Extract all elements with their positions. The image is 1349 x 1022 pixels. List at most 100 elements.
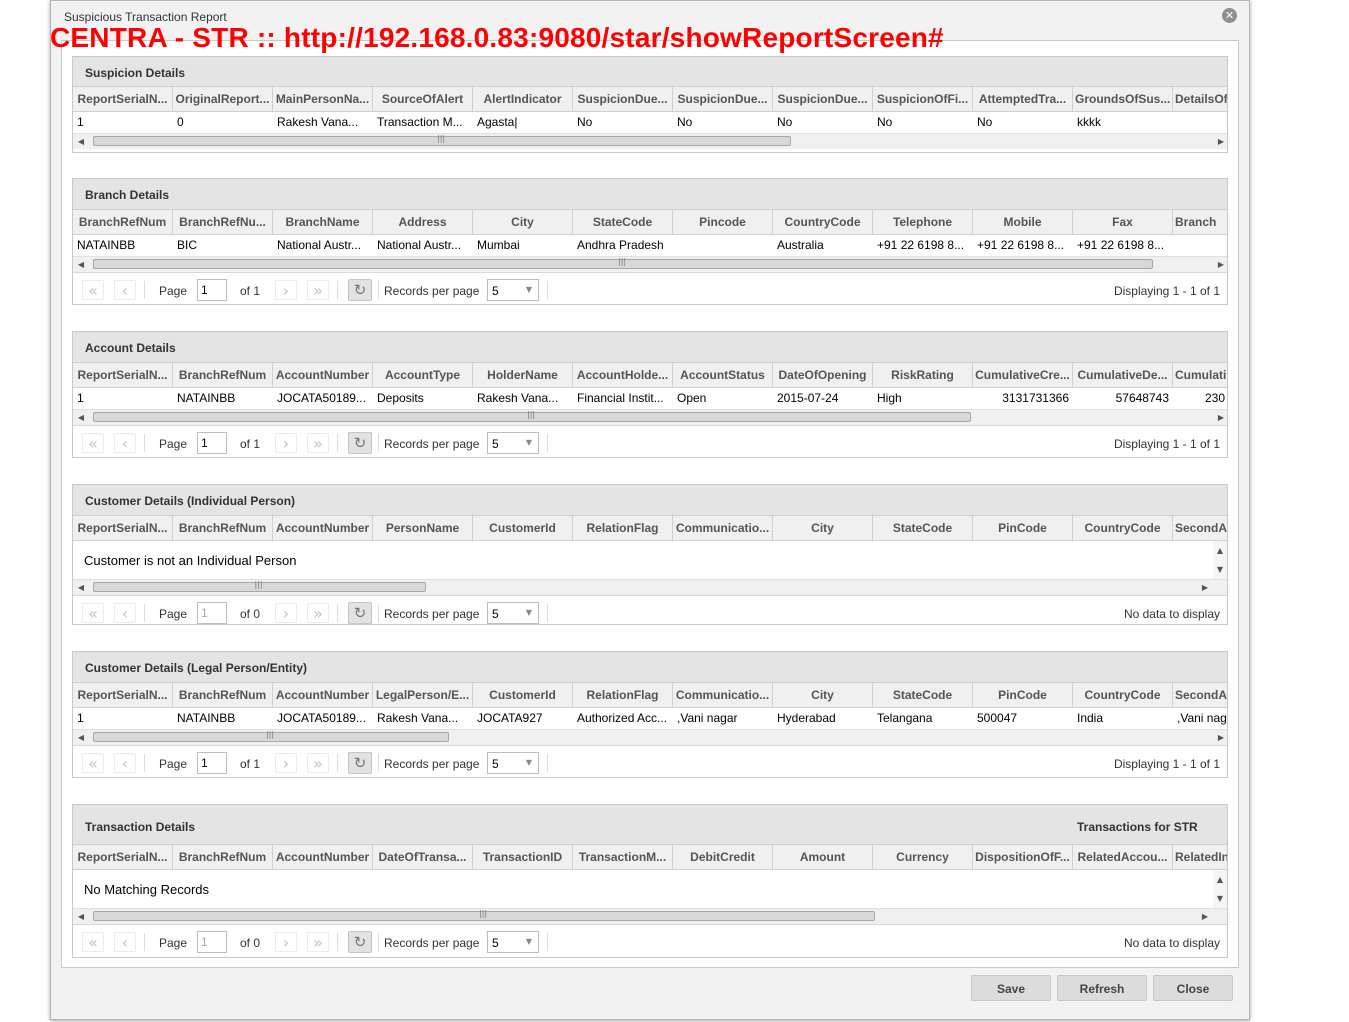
records-per-page-select[interactable]: 5 ▼: [487, 931, 539, 953]
scroll-left-icon[interactable]: ◀: [75, 730, 87, 745]
records-per-page-select[interactable]: 5 ▼: [487, 432, 539, 454]
next-page-icon[interactable]: ›: [275, 280, 297, 300]
scrollbar-thumb[interactable]: |||: [93, 909, 875, 921]
column-header[interactable]: Communicatio...: [673, 683, 773, 707]
column-header[interactable]: CumulativeDe...: [1073, 363, 1173, 387]
page-number-input[interactable]: [197, 931, 227, 953]
scroll-right-icon[interactable]: ▶: [1199, 909, 1211, 924]
last-page-icon[interactable]: »: [307, 280, 329, 300]
column-header[interactable]: BranchRefNum: [173, 516, 273, 540]
column-header[interactable]: SuspicionDue...: [773, 87, 873, 111]
column-header[interactable]: AccountNumber: [273, 845, 373, 869]
column-header[interactable]: RelationFlag: [573, 516, 673, 540]
previous-page-icon[interactable]: ‹: [114, 753, 136, 773]
close-button[interactable]: Close: [1153, 975, 1233, 1001]
first-page-icon[interactable]: «: [82, 603, 104, 623]
scroll-left-icon[interactable]: ◀: [75, 134, 87, 149]
column-header[interactable]: SecondA: [1173, 683, 1227, 707]
column-header[interactable]: BranchRefNum: [173, 363, 273, 387]
column-header[interactable]: AccountStatus: [673, 363, 773, 387]
last-page-icon[interactable]: »: [307, 932, 329, 952]
column-header[interactable]: AccountHolde...: [573, 363, 673, 387]
column-header[interactable]: CustomerId: [473, 516, 573, 540]
column-header[interactable]: City: [773, 516, 873, 540]
previous-page-icon[interactable]: ‹: [114, 280, 136, 300]
column-header[interactable]: StateCode: [873, 683, 973, 707]
refresh-button[interactable]: Refresh: [1057, 975, 1147, 1001]
column-header[interactable]: BranchRefNum: [173, 683, 273, 707]
scroll-right-icon[interactable]: ▶: [1215, 257, 1227, 272]
column-header[interactable]: Pincode: [673, 210, 773, 234]
horizontal-scrollbar[interactable]: ◀ ||| ▶: [73, 409, 1227, 425]
column-header[interactable]: Branch: [1173, 210, 1227, 234]
column-header[interactable]: Address: [373, 210, 473, 234]
scroll-right-icon[interactable]: ▶: [1215, 134, 1227, 149]
scrollbar-thumb[interactable]: |||: [93, 410, 971, 422]
column-header[interactable]: CustomerId: [473, 683, 573, 707]
scroll-right-icon[interactable]: ▶: [1215, 730, 1227, 745]
next-page-icon[interactable]: ›: [275, 603, 297, 623]
horizontal-scrollbar[interactable]: ◀ ||| ▶: [73, 256, 1227, 272]
scroll-up-icon[interactable]: ▲: [1213, 543, 1227, 558]
column-header[interactable]: MainPersonNa...: [273, 87, 373, 111]
horizontal-scrollbar[interactable]: ◀ ||| ▶: [73, 579, 1227, 595]
previous-page-icon[interactable]: ‹: [114, 603, 136, 623]
column-header[interactable]: RelationFlag: [573, 683, 673, 707]
column-header[interactable]: DispositionOfF...: [973, 845, 1073, 869]
table-row[interactable]: 1 NATAINBB JOCATA50189... Deposits Rakesh Va…: [73, 388, 1227, 409]
scrollbar-thumb[interactable]: |||: [93, 257, 1153, 269]
column-header[interactable]: RiskRating: [873, 363, 973, 387]
records-per-page-select[interactable]: 5 ▼: [487, 279, 539, 301]
column-header[interactable]: AccountType: [373, 363, 473, 387]
column-header[interactable]: HolderName: [473, 363, 573, 387]
horizontal-scrollbar[interactable]: ◀ ||| ▶: [73, 729, 1227, 745]
column-header[interactable]: AlertIndicator: [473, 87, 573, 111]
last-page-icon[interactable]: »: [307, 753, 329, 773]
column-header[interactable]: PinCode: [973, 516, 1073, 540]
column-header[interactable]: ReportSerialN...: [73, 683, 173, 707]
page-number-input[interactable]: [197, 279, 227, 301]
first-page-icon[interactable]: «: [82, 280, 104, 300]
scroll-down-icon[interactable]: ▼: [1213, 891, 1227, 906]
column-header[interactable]: Communicatio...: [673, 516, 773, 540]
column-header[interactable]: DebitCredit: [673, 845, 773, 869]
column-header[interactable]: StateCode: [873, 516, 973, 540]
column-header[interactable]: SecondA: [1173, 516, 1227, 540]
column-header[interactable]: BranchRefNum: [73, 210, 173, 234]
column-header[interactable]: City: [473, 210, 573, 234]
scroll-down-icon[interactable]: ▼: [1213, 562, 1227, 577]
scroll-right-icon[interactable]: ▶: [1199, 580, 1211, 595]
scroll-left-icon[interactable]: ◀: [75, 410, 87, 425]
column-header[interactable]: Amount: [773, 845, 873, 869]
next-page-icon[interactable]: ›: [275, 932, 297, 952]
column-header[interactable]: TransactionM...: [573, 845, 673, 869]
column-header[interactable]: TransactionID: [473, 845, 573, 869]
column-header[interactable]: CountryCode: [1073, 683, 1173, 707]
column-header[interactable]: AccountNumber: [273, 516, 373, 540]
scrollbar-thumb[interactable]: |||: [93, 730, 449, 742]
column-header[interactable]: ReportSerialN...: [73, 516, 173, 540]
scroll-up-icon[interactable]: ▲: [1213, 872, 1227, 887]
column-header[interactable]: DetailsOf: [1173, 87, 1227, 111]
first-page-icon[interactable]: «: [82, 753, 104, 773]
column-header[interactable]: PinCode: [973, 683, 1073, 707]
column-header[interactable]: Mobile: [973, 210, 1073, 234]
horizontal-scrollbar[interactable]: ◀ ||| ▶: [73, 908, 1227, 924]
scroll-left-icon[interactable]: ◀: [75, 580, 87, 595]
column-header[interactable]: DateOfOpening: [773, 363, 873, 387]
column-header[interactable]: AccountNumber: [273, 683, 373, 707]
table-row[interactable]: 1 0 Rakesh Vana... Transaction M... Agasta| N…: [73, 112, 1227, 133]
records-per-page-select[interactable]: 5 ▼: [487, 602, 539, 624]
column-header[interactable]: CumulativeCre...: [973, 363, 1073, 387]
refresh-icon[interactable]: ↻: [348, 602, 372, 624]
column-header[interactable]: GroundsOfSus...: [1073, 87, 1173, 111]
table-row[interactable]: 1 NATAINBB JOCATA50189... Rakesh Vana... JOC…: [73, 708, 1227, 729]
scroll-left-icon[interactable]: ◀: [75, 909, 87, 924]
column-header[interactable]: CountryCode: [773, 210, 873, 234]
column-header[interactable]: LegalPerson/E...: [373, 683, 473, 707]
refresh-icon[interactable]: ↻: [348, 931, 372, 953]
column-header[interactable]: SuspicionDue...: [673, 87, 773, 111]
column-header[interactable]: AttemptedTra...: [973, 87, 1073, 111]
next-page-icon[interactable]: ›: [275, 753, 297, 773]
column-header[interactable]: BranchRefNum: [173, 845, 273, 869]
